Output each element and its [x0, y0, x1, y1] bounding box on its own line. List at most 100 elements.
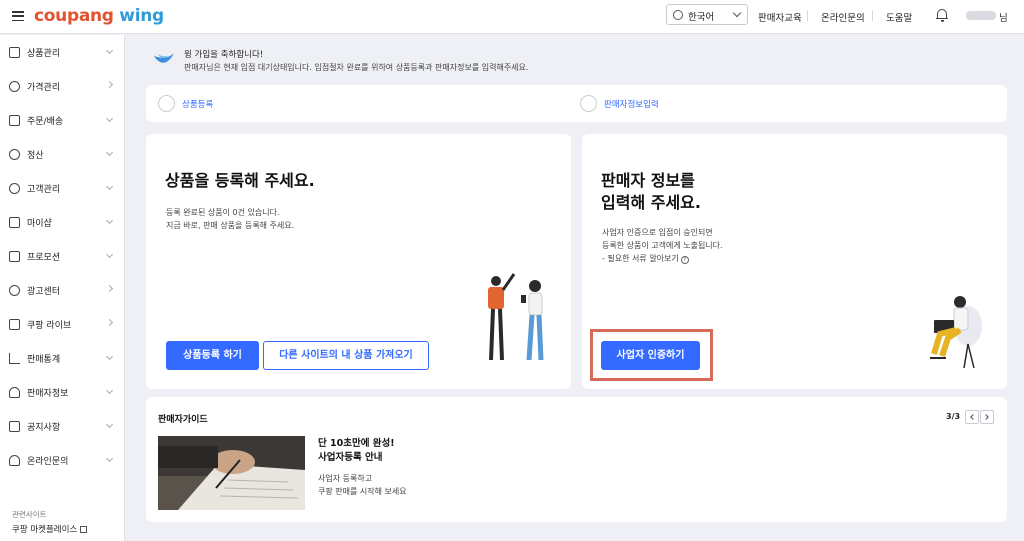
welcome-title: 윙 가입을 축하합니다! [184, 50, 264, 60]
onboarding-steps: 상품등록 판매자정보입력 [146, 85, 1007, 122]
chevron-left-icon [970, 414, 976, 420]
sidebar-item-label: 광고센터 [27, 287, 61, 297]
bird-logo-icon [154, 53, 174, 63]
person-icon [9, 387, 20, 398]
seller-card-title-line1: 판매자 정보를 [601, 171, 695, 190]
coupang-wing-logo[interactable]: coupang wing [34, 6, 164, 26]
bell-icon[interactable] [936, 9, 948, 22]
box-icon [9, 47, 20, 58]
divider [807, 10, 808, 21]
prev-button[interactable] [965, 410, 979, 424]
chevron-down-icon [105, 352, 114, 361]
chevron-down-icon [105, 454, 114, 463]
sidebar-item-label: 고객관리 [27, 185, 61, 195]
seller-card-line2: 등록한 상품이 고객에게 노출됩니다. [602, 241, 723, 250]
logo-text-wing: wing [113, 6, 164, 26]
help-link[interactable]: 도움말 [886, 10, 912, 24]
sidebar-item-seller-info[interactable]: 판매자정보 [0, 375, 124, 409]
guide-photo [158, 436, 305, 510]
coin-icon [9, 149, 20, 160]
import-products-button[interactable]: 다른 사이트의 내 상품 가져오기 [263, 341, 429, 370]
megaphone-icon [9, 421, 20, 432]
seller-card-title-line2: 입력해 주세요. [601, 193, 701, 212]
sidebar-item-customer-management[interactable]: 고객관리 [0, 171, 124, 205]
seller-card-line1: 사업자 인증으로 입점이 승인되면 [602, 228, 713, 237]
product-card-line1: 등록 완료된 상품이 0건 있습니다. [166, 208, 280, 217]
sidebar-item-notice[interactable]: 공지사항 [0, 409, 124, 443]
sidebar: 상품관리 가격관리 주문/배송 정산 고객관리 마이샵 프로모션 광고센터 쿠팡 [0, 35, 125, 541]
sidebar-item-label: 가격관리 [27, 83, 61, 93]
required-docs-label: - 필요한 서류 알아보기 [602, 254, 679, 263]
sidebar-item-settlement[interactable]: 정산 [0, 137, 124, 171]
truck-icon [9, 115, 20, 126]
step-label: 상품등록 [182, 100, 214, 110]
language-label: 한국어 [688, 12, 715, 23]
bar-chart-icon [9, 353, 20, 364]
step-circle-icon [158, 95, 175, 112]
ticket-icon [9, 251, 20, 262]
next-button[interactable] [980, 410, 994, 424]
register-product-button[interactable]: 상품등록 하기 [166, 341, 259, 370]
logo-text-coupang: coupang [34, 6, 114, 26]
sidebar-item-online-inquiry[interactable]: 온라인문의 [0, 443, 124, 477]
sidebar-item-ad-center[interactable]: 광고센터 [0, 273, 124, 307]
sidebar-item-label: 온라인문의 [27, 457, 69, 467]
related-sites-title: 관련사이트 [12, 510, 47, 519]
sidebar-item-coupang-live[interactable]: 쿠팡 라이브 [0, 307, 124, 341]
chevron-down-icon [732, 8, 742, 18]
menu-icon[interactable] [12, 11, 24, 22]
online-inquiry-link[interactable]: 온라인문의 [821, 10, 865, 24]
welcome-description: 판매자님은 현재 입점 대기상태입니다. 입점절차 완료를 위하여 상품등록과 … [184, 63, 529, 72]
required-docs-link[interactable]: - 필요한 서류 알아보기? [602, 252, 689, 265]
guide-description: 사업자 등록하고 쿠팡 판매를 시작해 보세요 [318, 472, 407, 498]
sidebar-item-promotion[interactable]: 프로모션 [0, 239, 124, 273]
video-icon [9, 319, 20, 330]
sidebar-item-label: 판매통계 [27, 355, 61, 365]
globe-icon [673, 10, 683, 20]
guide-headline-line2: 사업자등록 안내 [318, 452, 383, 463]
user-suffix: 님 [999, 13, 1008, 24]
top-header: coupang wing 한국어 판매자교육 온라인문의 도움말 님 [0, 0, 1024, 34]
sidebar-item-price-management[interactable]: 가격관리 [0, 69, 124, 103]
related-link-label: 쿠팡 마켓플레이스 [12, 525, 78, 535]
chevron-down-icon [105, 250, 114, 259]
shop-icon [9, 217, 20, 228]
product-card-title: 상품을 등록해 주세요. [165, 171, 315, 190]
sidebar-item-label: 쿠팡 라이브 [27, 321, 72, 331]
chevron-right-icon [983, 414, 989, 420]
guide-description-line1: 사업자 등록하고 [318, 474, 373, 483]
chevron-down-icon [105, 148, 114, 157]
user-name[interactable] [966, 11, 996, 20]
guide-headline-line1: 단 10초만에 완성! [318, 438, 395, 449]
guide-description-line2: 쿠팡 판매를 시작해 보세요 [318, 487, 407, 496]
seller-guide-section: 판매자가이드 3/3 단 10초만에 완성! 사업자등록 안내 사업자 등록하고… [146, 397, 1007, 522]
guide-title: 판매자가이드 [158, 415, 208, 425]
chevron-right-icon [105, 80, 114, 89]
language-select[interactable]: 한국어 [666, 4, 748, 25]
sidebar-item-label: 마이샵 [27, 219, 52, 229]
seller-education-link[interactable]: 판매자교육 [758, 10, 802, 24]
product-registration-card: 상품을 등록해 주세요. 등록 완료된 상품이 0건 있습니다. 지금 바로, … [146, 134, 571, 389]
guide-headline[interactable]: 단 10초만에 완성! 사업자등록 안내 [318, 437, 395, 465]
guide-pager: 3/3 [946, 412, 961, 421]
headset-icon [9, 455, 20, 466]
external-link-icon [80, 526, 88, 533]
medal-icon [9, 81, 20, 92]
sidebar-item-sales-stats[interactable]: 판매통계 [0, 341, 124, 375]
smile-icon [9, 183, 20, 194]
chevron-down-icon [105, 386, 114, 395]
chevron-right-icon [105, 284, 114, 293]
chevron-down-icon [105, 46, 114, 55]
sidebar-item-label: 공지사항 [27, 423, 61, 433]
chevron-down-icon [105, 216, 114, 225]
step-label: 판매자정보입력 [604, 100, 659, 110]
sidebar-item-label: 상품관리 [27, 49, 61, 59]
coupang-marketplace-link[interactable]: 쿠팡 마켓플레이스 [12, 523, 88, 535]
sidebar-item-my-shop[interactable]: 마이샵 [0, 205, 124, 239]
sidebar-item-product-management[interactable]: 상품관리 [0, 35, 124, 69]
people-illustration [488, 273, 544, 361]
product-card-line2: 지금 바로, 판매 상품을 등록해 주세요. [166, 221, 295, 230]
sidebar-item-order-shipping[interactable]: 주문/배송 [0, 103, 124, 137]
step-circle-icon [580, 95, 597, 112]
chevron-down-icon [105, 182, 114, 191]
